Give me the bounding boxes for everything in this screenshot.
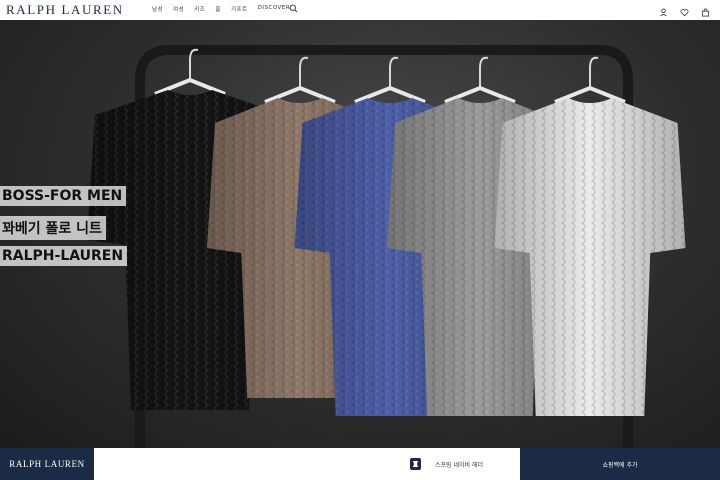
hanger-hook	[589, 56, 599, 90]
utility-icons	[659, 4, 710, 17]
nav-item-women[interactable]: 여성	[173, 5, 184, 13]
nav-item-gift[interactable]: 기프트	[231, 5, 248, 13]
account-icon[interactable]	[659, 4, 668, 17]
wishlist-icon[interactable]	[680, 4, 689, 17]
sticky-purchase-bar: RALPH LAUREN 스프링 네이비 헤더 쇼핑백에 추가	[0, 448, 720, 480]
brand-logo[interactable]: RALPH LAUREN	[6, 2, 124, 18]
product-info: 스프링 네이비 헤더	[410, 458, 483, 470]
hanger-hook	[479, 56, 489, 90]
search-icon[interactable]	[289, 4, 298, 13]
main-nav: 남성 여성 키즈 홈 기프트 DISCOVER	[152, 5, 290, 13]
nav-item-home[interactable]: 홈	[215, 5, 221, 13]
top-navigation: RALPH LAUREN 남성 여성 키즈 홈 기프트 DISCOVER	[0, 0, 720, 20]
nav-item-men[interactable]: 남성	[152, 5, 163, 13]
overlay-line-1: BOSS-FOR MEN	[0, 186, 127, 206]
product-thumbnail-icon	[410, 458, 421, 470]
bottom-logo-text: RALPH LAUREN	[9, 459, 85, 469]
product-name: 스프링 네이비 헤더	[435, 461, 483, 469]
hanger-hook	[389, 56, 399, 90]
overlay-line-2: 꽈베기 폴로 니트	[0, 216, 106, 240]
bottom-brand-box[interactable]: RALPH LAUREN	[0, 448, 94, 480]
add-to-bag-button[interactable]: 쇼핑백에 추가	[520, 448, 720, 480]
overlay-line-3: RALPH-LAUREN	[0, 246, 128, 266]
hanger-hook	[299, 56, 309, 90]
nav-item-kids[interactable]: 키즈	[194, 5, 205, 13]
bottom-brand-logo: RALPH LAUREN	[9, 459, 84, 469]
nav-item-discover[interactable]: DISCOVER	[258, 5, 290, 13]
shopping-bag-icon[interactable]	[701, 4, 710, 17]
hero-banner: BOSS-FOR MEN 꽈베기 폴로 니트 RALPH-LAUREN	[0, 20, 720, 448]
sweaters-on-rack-image	[87, 45, 686, 448]
